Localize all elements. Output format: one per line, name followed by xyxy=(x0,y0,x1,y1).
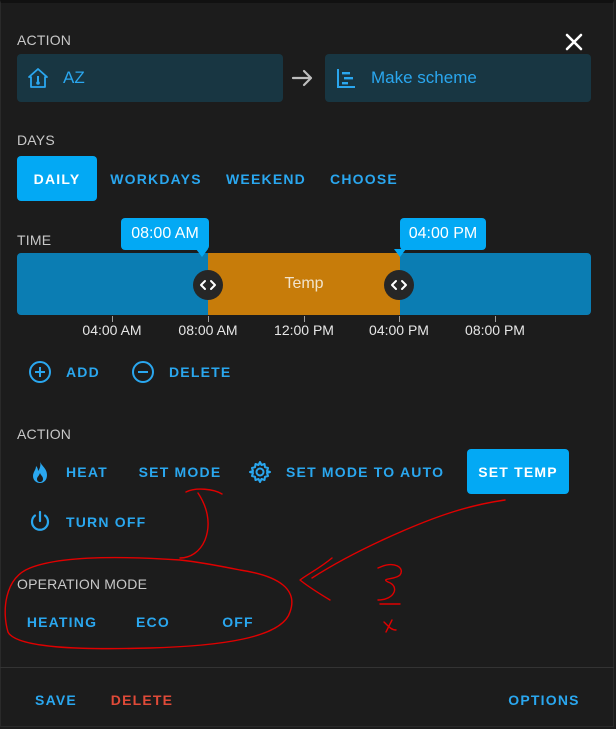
target-field[interactable]: Make scheme xyxy=(325,54,591,102)
timeline-handle-end[interactable] xyxy=(384,270,414,300)
save-button[interactable]: SAVE xyxy=(25,680,87,720)
action-buttons-section-label: ACTION xyxy=(17,426,72,442)
drag-horizontal-icon xyxy=(391,280,407,290)
target-text: Make scheme xyxy=(371,68,477,87)
add-slot-button[interactable]: ADD xyxy=(28,352,100,392)
timeline-segment-before[interactable] xyxy=(17,253,208,315)
handle-tooltip-start: 08:00 AM xyxy=(121,218,209,250)
operation-mode-heating[interactable]: HEATING xyxy=(17,602,107,642)
entity-text: AZ xyxy=(63,68,85,87)
add-label: ADD xyxy=(66,364,100,380)
operation-mode-off[interactable]: OFF xyxy=(213,602,263,642)
timeline-icon xyxy=(335,67,357,89)
day-option-daily[interactable]: DAILY xyxy=(17,156,97,201)
cog-icon xyxy=(248,460,272,484)
delete-button[interactable]: DELETE xyxy=(104,680,180,720)
delete-label: DELETE xyxy=(169,364,232,380)
options-button[interactable]: OPTIONS xyxy=(498,680,590,720)
operation-mode-eco[interactable]: ECO xyxy=(125,602,181,642)
drag-horizontal-icon xyxy=(200,280,216,290)
heat-button[interactable]: HEAT xyxy=(28,450,108,494)
time-section-label: TIME xyxy=(17,232,52,248)
heat-label: HEAT xyxy=(66,464,108,480)
close-icon xyxy=(565,33,583,51)
timeline-tick-label: 04:00 PM xyxy=(369,322,429,338)
timeline-tick-label: 04:00 AM xyxy=(82,322,142,338)
home-thermometer-icon xyxy=(27,67,49,89)
set-mode-auto-label: SET MODE TO AUTO xyxy=(286,464,445,480)
plus-circle-icon xyxy=(28,360,52,384)
schedule-timeline[interactable]: Temp xyxy=(17,253,591,315)
day-option-weekend[interactable]: WEEKEND xyxy=(218,156,314,201)
footer-divider xyxy=(0,667,614,668)
timeline-segment-after[interactable] xyxy=(400,253,591,315)
tooltip-notch xyxy=(394,249,406,257)
set-mode-button[interactable]: SET MODE xyxy=(129,450,231,494)
minus-circle-icon xyxy=(131,360,155,384)
day-option-workdays[interactable]: WORKDAYS xyxy=(106,156,206,201)
turn-off-button[interactable]: TURN OFF xyxy=(28,500,146,544)
operation-mode-section-label: OPERATION MODE xyxy=(17,576,148,592)
day-option-choose[interactable]: CHOOSE xyxy=(324,156,404,201)
action-section-label: ACTION xyxy=(17,32,72,48)
delete-slot-button[interactable]: DELETE xyxy=(131,352,231,392)
days-section-label: DAYS xyxy=(17,132,55,148)
set-temp-button[interactable]: SET TEMP xyxy=(467,449,569,494)
timeline-segment-label: Temp xyxy=(284,275,324,292)
tooltip-notch xyxy=(196,249,208,257)
set-mode-auto-button[interactable]: SET MODE TO AUTO xyxy=(248,450,444,494)
timeline-tick-label: 08:00 AM xyxy=(178,322,238,338)
turn-off-label: TURN OFF xyxy=(66,514,147,530)
fire-icon xyxy=(28,460,52,484)
power-icon xyxy=(28,510,52,534)
handle-tooltip-end: 04:00 PM xyxy=(400,218,486,250)
timeline-handle-start[interactable] xyxy=(193,270,223,300)
timeline-tick-label: 12:00 PM xyxy=(274,322,334,338)
close-button[interactable] xyxy=(560,28,588,56)
timeline-segment-temp[interactable]: Temp xyxy=(208,253,400,315)
arrow-right-icon xyxy=(290,66,316,90)
timeline-tick-label: 08:00 PM xyxy=(465,322,525,338)
entity-field[interactable]: AZ xyxy=(17,54,283,102)
